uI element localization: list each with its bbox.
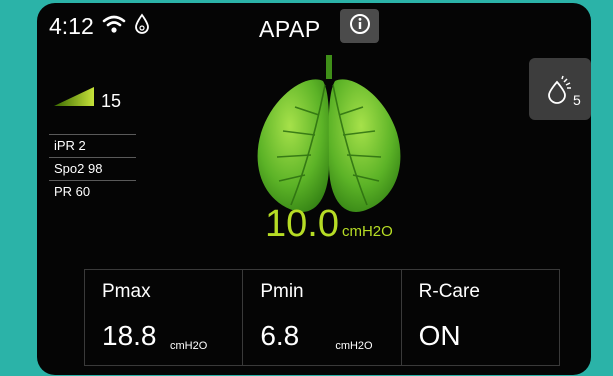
water-drop-icon (134, 13, 150, 40)
pmax-unit: cmH2O (170, 340, 208, 352)
side-info-list: iPR 2 Spo2 98 PR 60 (49, 134, 136, 203)
mode-title: APAP (259, 16, 321, 42)
ramp-indicator[interactable]: 15 (54, 87, 121, 110)
pmin-value: 6.8 (260, 320, 300, 351)
pmin-tile[interactable]: Pmin 6.8 cmH2O (243, 270, 402, 365)
list-item: PR 60 (49, 180, 136, 203)
rcare-label: R-Care (418, 281, 480, 302)
ramp-icon (54, 87, 94, 110)
pressure-value: 10.0 (265, 203, 339, 245)
rcare-tile[interactable]: R-Care ON (402, 270, 559, 365)
pmin-unit: cmH2O (335, 340, 373, 352)
list-item: Spo2 98 (49, 157, 136, 180)
device-screen: 4:12 APAP 5 15 iPR 2 Spo2 98 PR 60 10.0 … (37, 3, 591, 375)
pmax-label: Pmax (102, 281, 151, 302)
humidifier-button[interactable]: 5 (529, 58, 591, 120)
clock-time: 4:12 (49, 13, 94, 39)
humidifier-icon (545, 74, 575, 108)
ramp-value: 15 (101, 91, 122, 111)
humidifier-level: 5 (573, 92, 581, 108)
pmax-value: 18.8 (102, 320, 157, 351)
wifi-icon (102, 14, 126, 39)
device-frame: 4:12 APAP 5 15 iPR 2 Spo2 98 PR 60 10.0 … (7, 0, 606, 376)
info-button[interactable] (340, 9, 379, 43)
current-pressure: 10.0 cmH2O (265, 205, 393, 243)
status-bar: 4:12 (49, 13, 150, 40)
parameter-panel: Pmax 18.8 cmH2O Pmin 6.8 cmH2O R-Care ON (84, 269, 560, 366)
rcare-value: ON (418, 320, 461, 351)
pmax-tile[interactable]: Pmax 18.8 cmH2O (85, 270, 244, 365)
pmin-label: Pmin (260, 281, 304, 302)
info-icon (349, 13, 371, 39)
pressure-unit: cmH2O (341, 223, 393, 240)
list-item: iPR 2 (49, 134, 136, 157)
